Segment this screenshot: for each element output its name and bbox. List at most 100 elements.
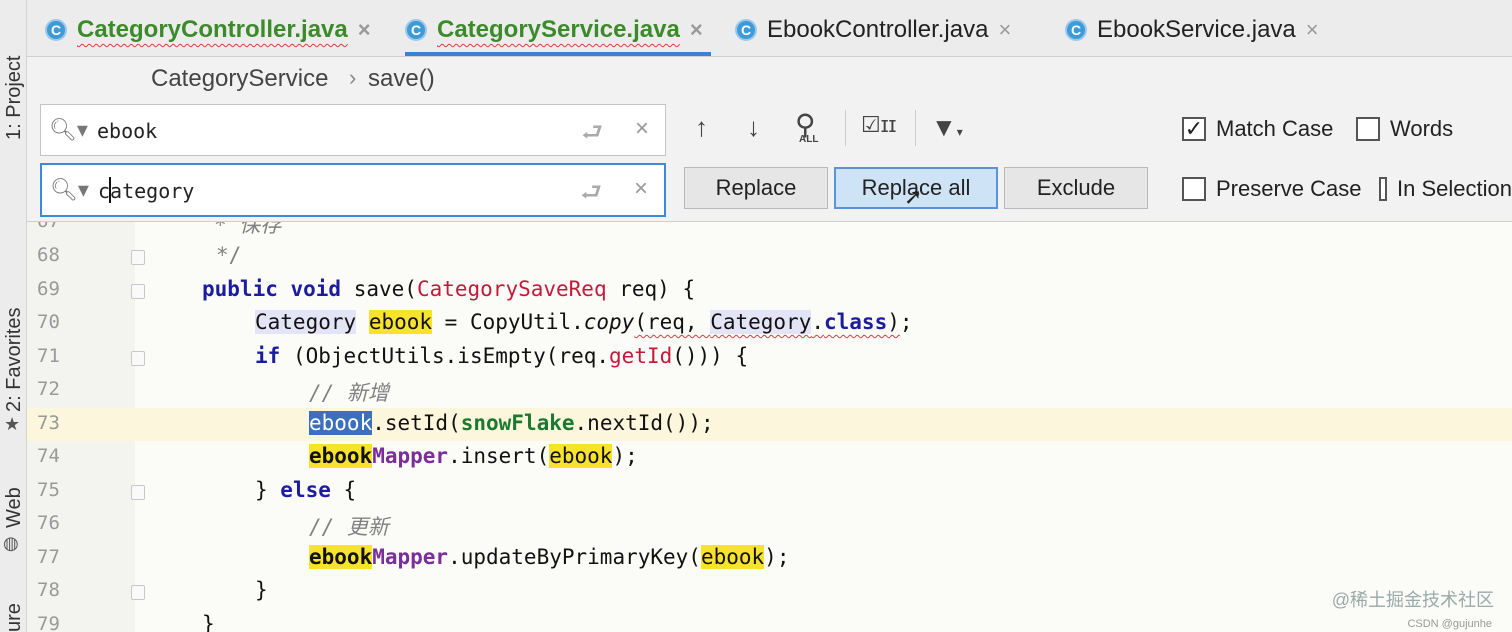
line-number: 77 — [37, 546, 60, 568]
code-line: 68 */ — [27, 240, 1512, 273]
next-occurrence-icon[interactable]: ↓ — [747, 112, 760, 143]
fold-marker[interactable] — [131, 351, 145, 366]
checkbox-box — [1182, 177, 1206, 201]
code-text: if (ObjectUtils.isEmpty(req.getId())) { — [255, 344, 749, 368]
line-number: 75 — [37, 479, 60, 501]
preserve-case-checkbox[interactable]: Preserve Case — [1182, 176, 1362, 202]
line-number: 69 — [37, 278, 60, 300]
code-line: 76 // 更新 — [27, 508, 1512, 541]
checkmark-icon: ✓ — [1182, 117, 1206, 141]
tool-window-strip: 1: Project 2: Favorites ★ Web ◍ ure — [0, 0, 27, 632]
line-number: 70 — [37, 311, 60, 333]
class-icon: C — [735, 19, 757, 41]
tab-category-service[interactable]: C CategoryService.java × — [405, 8, 711, 56]
star-icon: ★ — [4, 414, 21, 434]
replace-field[interactable]: 🔍︎▾ category ⮐ × — [40, 163, 666, 217]
checkbox-box — [1379, 177, 1388, 201]
filter-icon[interactable]: ▼▾ — [931, 112, 963, 143]
breadcrumb: CategoryService › save() — [27, 57, 1512, 101]
close-icon[interactable]: × — [1306, 17, 1319, 43]
code-line: 69 public void save(CategorySaveReq req)… — [27, 274, 1512, 307]
in-selection-checkbox[interactable]: In Selection — [1379, 176, 1512, 202]
search-history-icon[interactable]: 🔍︎▾ — [49, 117, 88, 143]
open-in-find-window-icon[interactable]: ☑ɪɪ — [861, 112, 896, 138]
select-all-occurrences-icon[interactable]: ⚲ ALL — [795, 108, 818, 145]
tab-label: EbookController.java — [767, 16, 989, 43]
find-replace-panel: 🔍︎▾ ebook ⮐ × 🔍︎▾ category ⮐ × ↑ ↓ ⚲ ALL … — [27, 100, 1512, 222]
tab-category-controller[interactable]: C CategoryController.java × — [45, 8, 371, 52]
search-input[interactable]: ebook — [97, 119, 157, 143]
fold-marker[interactable] — [131, 485, 145, 500]
code-text: Category ebook = CopyUtil.copy(req, Cate… — [255, 310, 913, 334]
breadcrumb-class[interactable]: CategoryService — [151, 65, 328, 93]
search-field[interactable]: 🔍︎▾ ebook ⮐ × — [40, 104, 666, 156]
line-number: 73 — [37, 412, 60, 434]
words-label: Words — [1390, 116, 1454, 141]
code-line: 77 ebookMapper.updateByPrimaryKey(ebook)… — [27, 542, 1512, 575]
toolbar-divider — [845, 110, 846, 146]
replace-input[interactable]: category — [98, 179, 194, 203]
breadcrumb-method[interactable]: save() — [368, 65, 435, 93]
code-line: 72 // 新增 — [27, 374, 1512, 407]
tab-label: EbookService.java — [1097, 16, 1296, 43]
close-icon[interactable]: × — [998, 17, 1011, 43]
line-number: 76 — [37, 512, 60, 534]
code-line-current: 73 ebook.setId(snowFlake.nextId()); — [27, 408, 1512, 441]
mouse-cursor-icon: ➚ — [904, 184, 923, 209]
line-number: 72 — [37, 378, 60, 400]
close-icon[interactable]: × — [690, 17, 703, 43]
tab-label: CategoryService.java — [437, 16, 680, 43]
previous-occurrence-icon[interactable]: ↑ — [695, 112, 708, 143]
code-line: 67 * 保存 — [27, 222, 1512, 239]
toolbar-divider — [915, 110, 916, 146]
structure-tool-label: ure — [3, 603, 25, 632]
new-line-icon[interactable]: ⮐ — [581, 115, 603, 156]
fold-marker[interactable] — [131, 250, 145, 265]
code-line: 75 } else { — [27, 475, 1512, 508]
line-number: 79 — [37, 613, 60, 632]
code-line: 70 Category ebook = CopyUtil.copy(req, C… — [27, 307, 1512, 340]
code-text: ebookMapper.updateByPrimaryKey(ebook); — [309, 545, 790, 569]
code-text: } — [255, 578, 268, 602]
text-cursor — [109, 177, 111, 203]
match-case-checkbox[interactable]: ✓ Match Case — [1182, 116, 1333, 142]
code-editor[interactable]: 67 * 保存 68 */ 69 public void save(Catego… — [27, 222, 1512, 632]
exclude-button[interactable]: Exclude — [1004, 167, 1148, 209]
watermark-sub: CSDN @gujunhe — [1407, 618, 1492, 630]
close-icon[interactable]: × — [358, 17, 371, 43]
web-tool-label: Web — [3, 487, 25, 528]
code-line: 74 ebookMapper.insert(ebook); — [27, 441, 1512, 474]
in-selection-label: In Selection — [1397, 176, 1512, 201]
comment-text: */ — [216, 243, 242, 267]
fold-marker[interactable] — [131, 284, 145, 299]
tab-ebook-service[interactable]: C EbookService.java × — [1065, 8, 1319, 52]
code-text: ebookMapper.insert(ebook); — [309, 444, 638, 468]
code-line: 78 } — [27, 575, 1512, 608]
clear-icon[interactable]: × — [634, 175, 648, 203]
line-number: 71 — [37, 345, 60, 367]
tab-ebook-controller[interactable]: C EbookController.java × — [735, 8, 1011, 52]
code-text: public void save(CategorySaveReq req) { — [202, 277, 696, 301]
project-tool-label: 1: Project — [3, 55, 25, 140]
favorites-tool-label: 2: Favorites — [3, 307, 25, 412]
fold-marker[interactable] — [131, 585, 145, 600]
class-icon: C — [405, 19, 427, 41]
match-case-label: Match Case — [1216, 116, 1334, 141]
editor-tab-bar: C CategoryController.java × C CategorySe… — [27, 0, 1512, 57]
line-number: 68 — [37, 244, 60, 266]
line-number: 74 — [37, 445, 60, 467]
globe-icon: ◍ — [3, 533, 19, 553]
comment-text: // 更新 — [309, 515, 389, 539]
class-icon: C — [1065, 19, 1087, 41]
code-line: 79 } — [27, 609, 1512, 632]
code-text: } — [202, 612, 215, 632]
search-history-icon[interactable]: 🔍︎▾ — [50, 177, 89, 203]
breadcrumb-separator: › — [349, 65, 357, 90]
line-number: 78 — [37, 579, 60, 601]
line-number: 67 — [37, 222, 67, 232]
words-checkbox[interactable]: Words — [1356, 116, 1453, 142]
replace-button[interactable]: Replace — [684, 167, 828, 209]
new-line-icon[interactable]: ⮐ — [580, 175, 602, 216]
all-caption: ALL — [799, 134, 819, 145]
clear-icon[interactable]: × — [635, 115, 649, 143]
